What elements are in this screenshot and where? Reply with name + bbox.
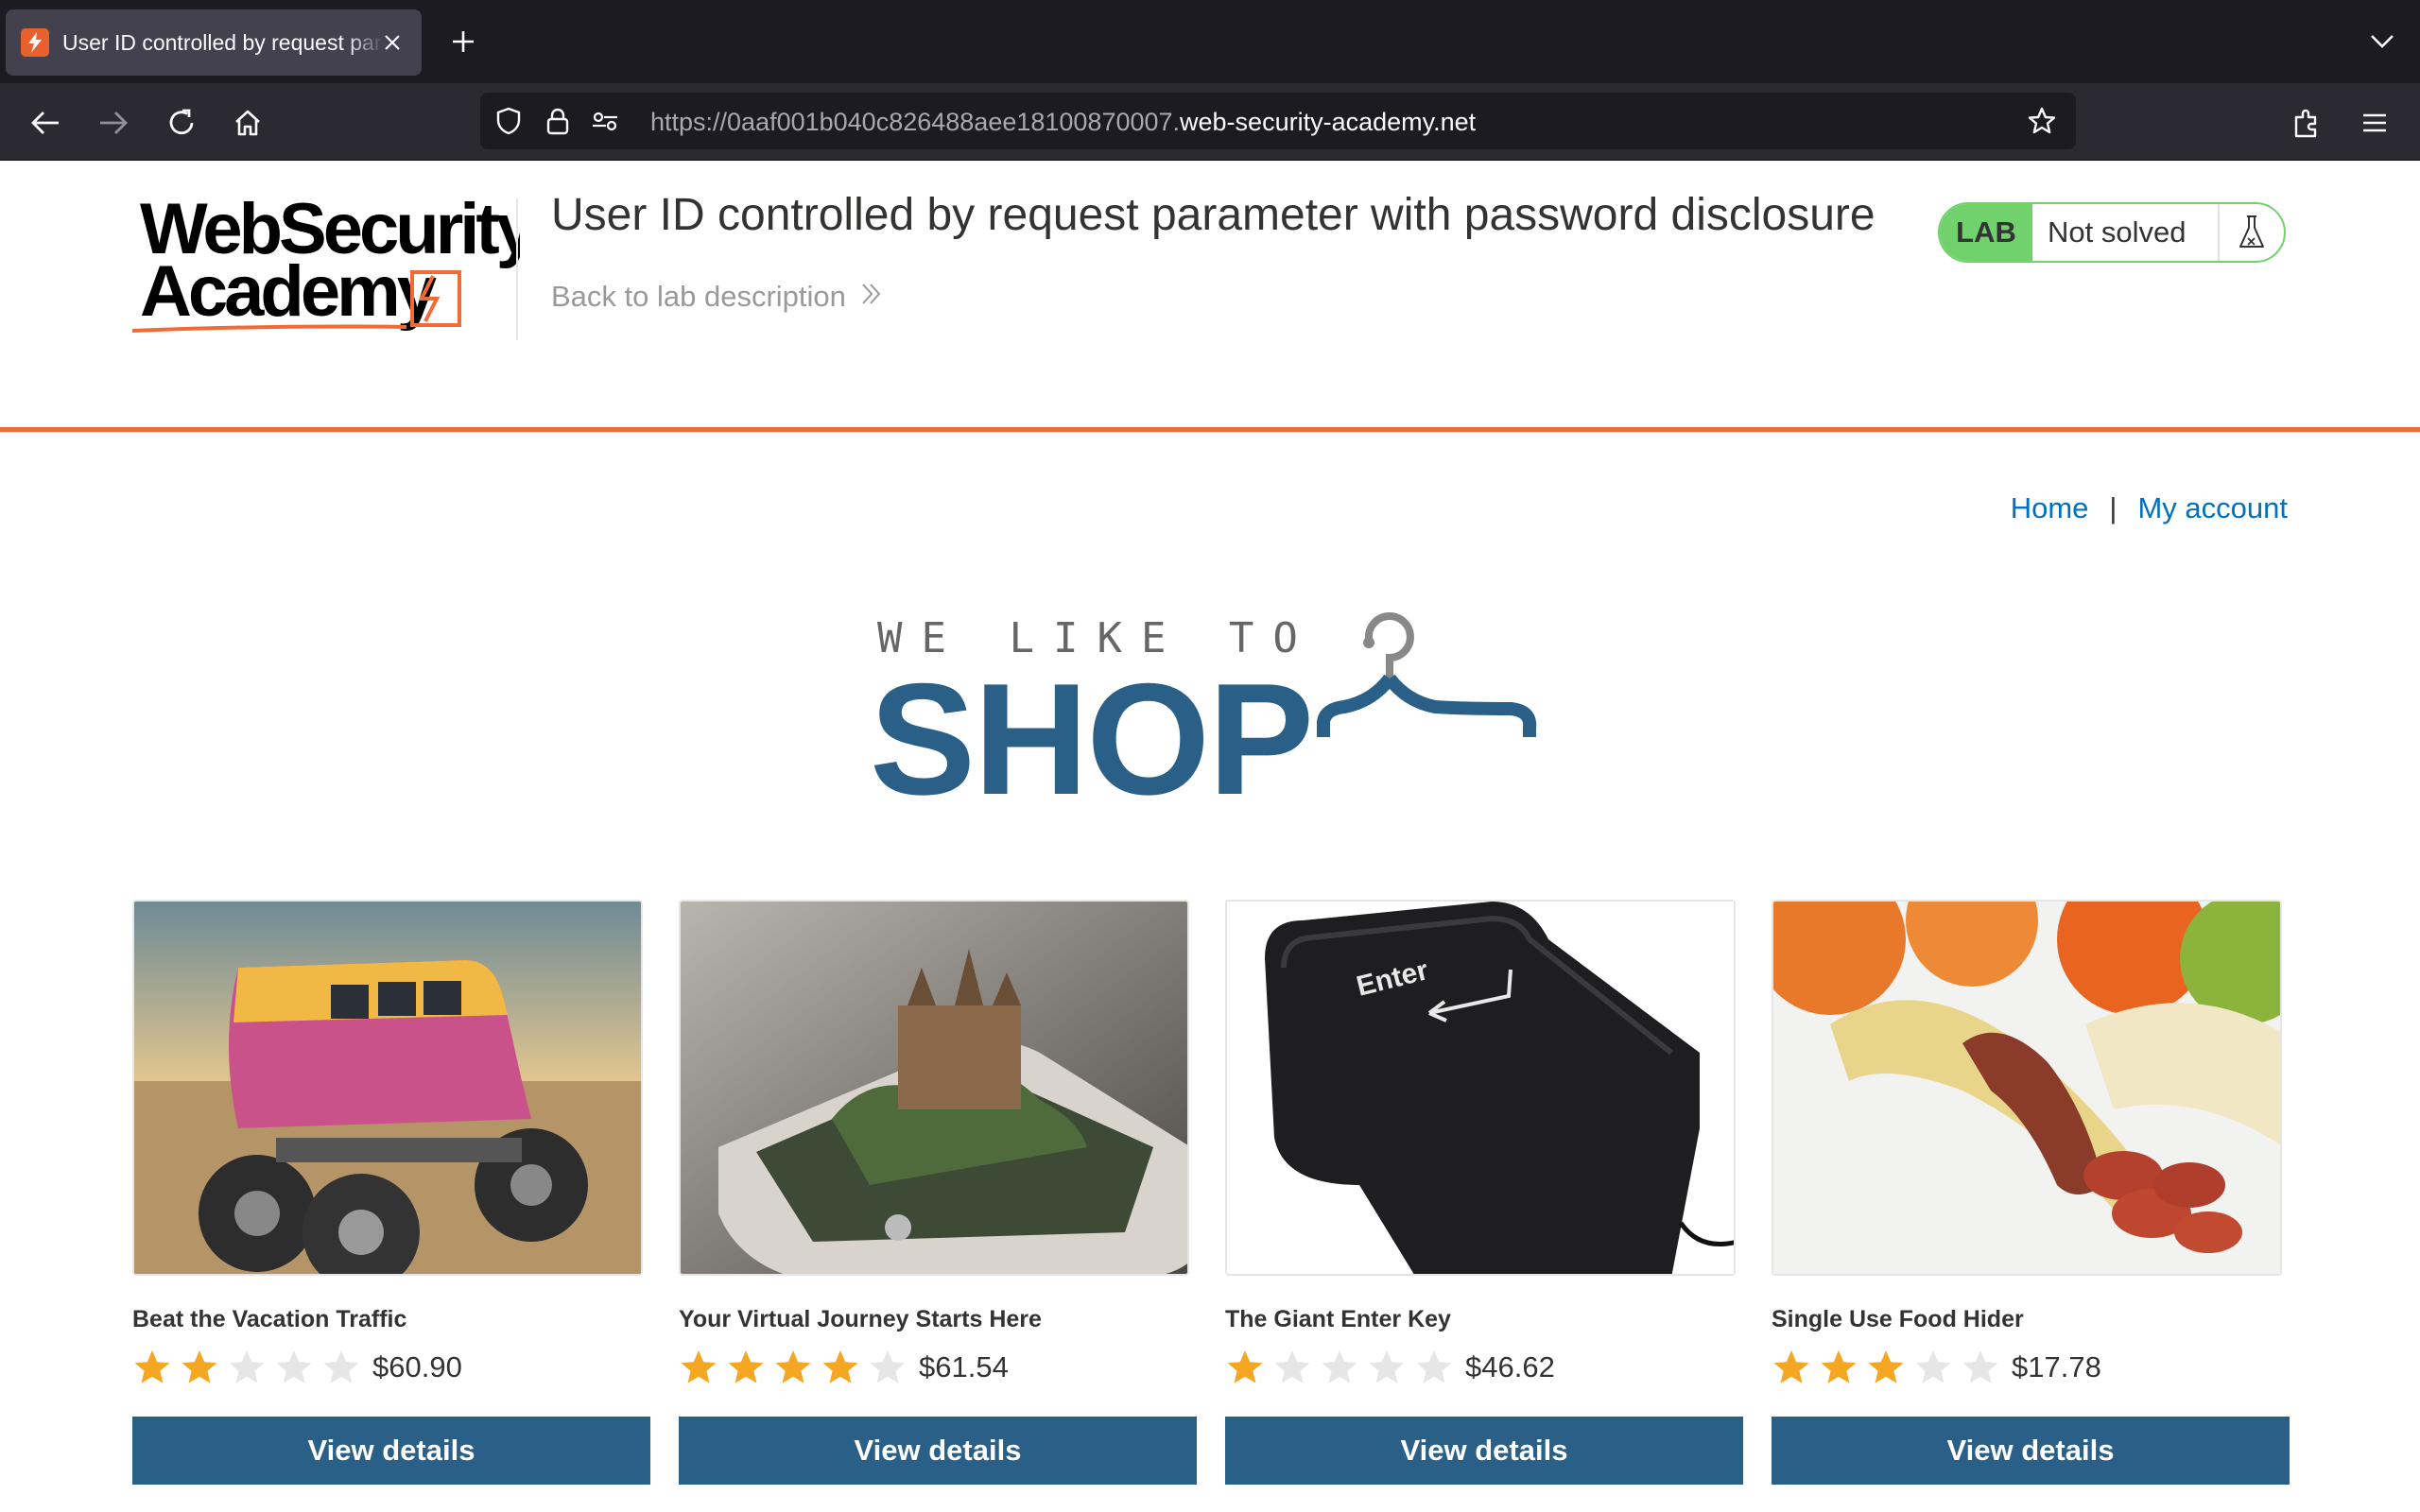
chevron-down-icon[interactable] <box>2363 23 2401 60</box>
star-rating <box>1225 1349 1454 1386</box>
star-rating <box>132 1349 361 1386</box>
star-filled-icon <box>182 1350 217 1383</box>
product-price: $46.62 <box>1465 1350 1555 1383</box>
star-filled-icon <box>1773 1350 1809 1383</box>
product-price: $60.90 <box>372 1350 462 1383</box>
back-to-lab-description-link[interactable]: Back to lab description <box>551 280 884 314</box>
product-card: Your Virtual Journey Starts Here $61.54 … <box>679 900 1197 1485</box>
forward-arrow-icon[interactable] <box>93 102 134 144</box>
star-filled-icon <box>1868 1350 1904 1383</box>
extensions-icon[interactable] <box>2286 102 2327 144</box>
hanger-icon <box>1317 612 1537 737</box>
product-rating-row: $60.90 <box>132 1349 650 1386</box>
back-link-label: Back to lab description <box>551 280 846 313</box>
view-details-button[interactable]: View details <box>1772 1417 2290 1485</box>
tab-title: User ID controlled by request parameter … <box>62 29 384 55</box>
back-arrow-icon[interactable] <box>25 102 66 144</box>
star-filled-icon <box>1227 1350 1263 1383</box>
svg-text:Academy: Academy <box>140 251 437 332</box>
browser-nav-bar: https://0aaf001b040c826488aee18100870007… <box>0 83 2420 161</box>
product-price: $61.54 <box>919 1350 1009 1383</box>
double-chevron-right-icon <box>859 280 884 314</box>
product-name: The Giant Enter Key <box>1225 1306 1451 1332</box>
star-empty-icon <box>276 1350 312 1383</box>
home-link[interactable]: Home <box>2011 491 2089 525</box>
browser-tab[interactable]: User ID controlled by request parameter … <box>6 9 422 76</box>
product-image-giant-enter-key[interactable]: Enter <box>1225 900 1736 1276</box>
star-empty-icon <box>1416 1350 1452 1383</box>
product-card: Single Use Food Hider $17.78 View detail… <box>1772 900 2290 1485</box>
hero-shop-text: SHOP <box>870 650 1314 828</box>
top-navigation: Home | My account <box>2011 491 2288 525</box>
star-rating <box>679 1349 908 1386</box>
lab-title: User ID controlled by request parameter … <box>551 190 1876 240</box>
lab-status-badge: LAB Not solved <box>1938 202 2286 263</box>
header-separator <box>516 198 518 340</box>
browser-tab-bar: User ID controlled by request parameter … <box>0 0 2420 83</box>
star-empty-icon <box>229 1350 265 1383</box>
close-icon[interactable] <box>378 28 406 57</box>
we-like-to-shop-banner: WE LIKE TO SHOP <box>870 612 1547 818</box>
star-empty-icon <box>1915 1350 1951 1383</box>
web-security-academy-logo[interactable]: WebSecurity Academy <box>131 189 540 336</box>
star-filled-icon <box>1821 1350 1857 1383</box>
product-rating-row: $17.78 <box>1772 1349 2290 1386</box>
view-details-button[interactable]: View details <box>1225 1417 1743 1485</box>
star-filled-icon <box>681 1350 717 1383</box>
star-filled-icon <box>134 1350 170 1383</box>
star-empty-icon <box>1274 1350 1310 1383</box>
product-rating-row: $46.62 <box>1225 1349 1743 1386</box>
star-empty-icon <box>1962 1350 1998 1383</box>
product-name: Beat the Vacation Traffic <box>132 1306 407 1332</box>
address-bar[interactable]: https://0aaf001b040c826488aee18100870007… <box>480 93 2076 149</box>
home-icon[interactable] <box>227 102 268 144</box>
url-text[interactable]: https://0aaf001b040c826488aee18100870007… <box>650 108 1476 137</box>
reload-icon[interactable] <box>161 102 202 144</box>
page-content: WebSecurity Academy User ID controlled b… <box>0 161 2420 1512</box>
product-name: Single Use Food Hider <box>1772 1306 2024 1332</box>
lock-icon[interactable] <box>543 106 573 136</box>
star-empty-icon <box>870 1350 906 1383</box>
url-prefix: https://0aaf001b040c826488aee18100870007… <box>650 108 1181 136</box>
view-details-button[interactable]: View details <box>679 1417 1197 1485</box>
product-card: Beat the Vacation Traffic $60.90 View de… <box>132 900 650 1485</box>
star-empty-icon <box>323 1350 359 1383</box>
star-rating <box>1772 1349 2000 1386</box>
product-name: Your Virtual Journey Starts Here <box>679 1306 1042 1332</box>
menu-icon[interactable] <box>2354 102 2395 144</box>
product-image-virtual-journey[interactable] <box>679 900 1189 1276</box>
new-tab-plus-icon[interactable] <box>444 23 482 60</box>
portswigger-favicon-icon <box>21 28 49 57</box>
nav-separator: | <box>2109 491 2118 524</box>
permissions-icon[interactable] <box>590 106 620 136</box>
bookmark-star-icon[interactable] <box>2027 106 2057 136</box>
star-filled-icon <box>775 1350 811 1383</box>
product-card: Enter The Giant Enter Key $46.62 View de… <box>1225 900 1743 1485</box>
shield-icon[interactable] <box>493 106 524 136</box>
my-account-link[interactable]: My account <box>2137 491 2288 525</box>
star-empty-icon <box>1322 1350 1357 1383</box>
star-empty-icon <box>1369 1350 1405 1383</box>
star-filled-icon <box>728 1350 764 1383</box>
url-domain: web-security-academy.net <box>1180 108 1477 136</box>
view-details-button[interactable]: View details <box>132 1417 650 1485</box>
header-divider <box>0 427 2420 432</box>
product-image-food-hider[interactable] <box>1772 900 2282 1276</box>
product-price: $17.78 <box>2012 1350 2101 1383</box>
lab-label: LAB <box>1940 204 2032 261</box>
star-filled-icon <box>822 1350 858 1383</box>
product-rating-row: $61.54 <box>679 1349 1197 1386</box>
product-image-monster-van[interactable] <box>132 900 643 1276</box>
flask-icon <box>2218 204 2284 261</box>
lab-status-text: Not solved <box>2048 215 2187 249</box>
